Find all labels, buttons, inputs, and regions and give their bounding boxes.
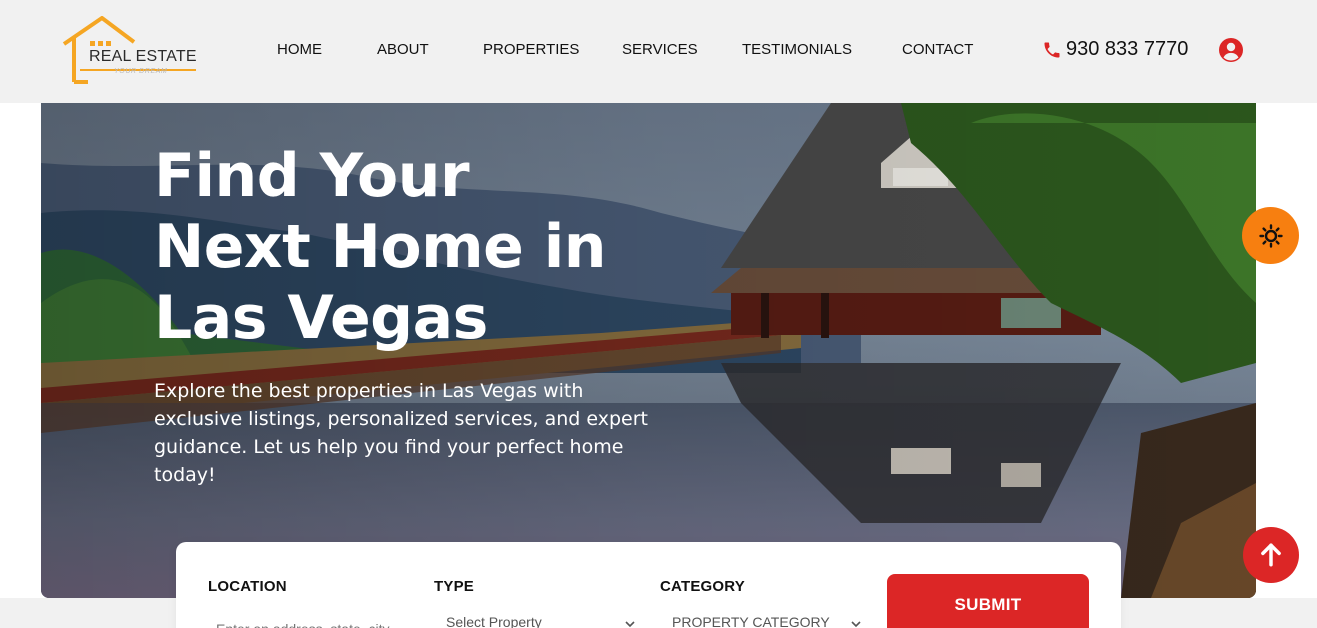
chevron-down-icon: [625, 621, 635, 628]
hero-title: Find Your Next Home in Las Vegas: [154, 141, 607, 353]
site-header: REAL ESTATE YOUR DREAM HOME ABOUT PROPER…: [0, 0, 1317, 103]
location-input[interactable]: [216, 614, 406, 628]
nav-home[interactable]: HOME: [277, 41, 322, 58]
arrow-up-icon: [1261, 543, 1281, 567]
nav-properties[interactable]: PROPERTIES: [483, 41, 579, 58]
brand-name: REAL ESTATE: [89, 48, 197, 65]
hero-description: Explore the best properties in Las Vegas…: [154, 380, 648, 486]
type-label: TYPE: [434, 578, 474, 595]
submit-button[interactable]: SUBMIT: [887, 574, 1089, 628]
brand-tagline: YOUR DREAM: [114, 68, 168, 75]
category-label: CATEGORY: [660, 578, 745, 595]
nav-about[interactable]: ABOUT: [377, 41, 429, 58]
account-button[interactable]: [1218, 37, 1244, 63]
property-category-select[interactable]: PROPERTY CATEGORY: [672, 614, 862, 628]
scroll-to-top-button[interactable]: [1243, 527, 1299, 583]
user-circle-icon: [1219, 38, 1243, 62]
nav-testimonials[interactable]: TESTIMONIALS: [742, 41, 852, 58]
nav-services[interactable]: SERVICES: [622, 41, 698, 58]
chevron-down-icon: [851, 621, 861, 628]
property-category-value: PROPERTY CATEGORY: [672, 614, 830, 628]
property-type-value: Select Property: [446, 614, 542, 628]
sun-icon: [1258, 223, 1283, 248]
phone-contact[interactable]: 930 833 7770: [1042, 38, 1188, 61]
property-type-select[interactable]: Select Property: [446, 614, 636, 628]
brand-logo[interactable]: REAL ESTATE YOUR DREAM: [62, 15, 202, 86]
hero-banner: Find Your Next Home in Las Vegas Explore…: [41, 103, 1256, 598]
property-search-form: LOCATION TYPE Select Property CATEGORY P…: [176, 542, 1121, 628]
phone-number: 930 833 7770: [1066, 38, 1189, 60]
location-label: LOCATION: [208, 578, 287, 595]
theme-toggle-button[interactable]: [1242, 207, 1299, 264]
nav-contact[interactable]: CONTACT: [902, 41, 973, 58]
phone-icon: [1044, 42, 1060, 57]
